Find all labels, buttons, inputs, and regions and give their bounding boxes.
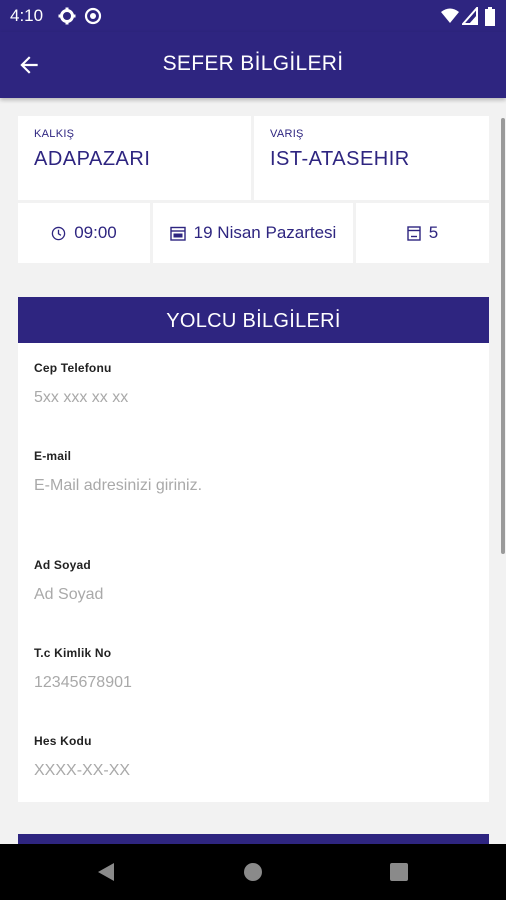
departure-label: KALKIŞ <box>34 128 75 140</box>
passenger-section-title: YOLCU BİLGİLERİ <box>18 297 489 343</box>
seat-icon <box>407 225 421 241</box>
sync-icon <box>84 7 102 25</box>
clock-icon <box>51 226 66 240</box>
next-section-header <box>18 834 489 844</box>
departure-city: ADAPAZARI <box>34 148 151 170</box>
time-card: 09:00 <box>18 203 150 263</box>
nav-home-icon[interactable] <box>243 862 263 882</box>
email-label: E-mail <box>34 449 72 463</box>
hes-code-label: Hes Kodu <box>34 734 92 748</box>
page-title: SEFER BİLGİLERİ <box>162 52 344 75</box>
date-card: 19 Nisan Pazartesi <box>153 203 353 263</box>
status-time: 4:10 <box>10 6 44 25</box>
trip-date: 19 Nisan Pazartesi <box>193 223 337 242</box>
seat-number: 5 <box>428 223 439 242</box>
seat-card: 5 <box>356 203 489 263</box>
phone-input[interactable] <box>34 385 454 411</box>
phone-label: Cep Telefonu <box>34 361 112 375</box>
calendar-icon <box>169 226 186 241</box>
nav-recents-icon[interactable] <box>389 862 409 882</box>
email-input[interactable] <box>34 473 454 499</box>
name-input[interactable] <box>34 582 454 608</box>
app-bar: SEFER BİLGİLERİ <box>0 32 506 98</box>
settings-icon <box>58 7 76 25</box>
arrival-label: VARIŞ <box>270 128 304 140</box>
signal-icon <box>462 7 478 25</box>
tc-id-input[interactable] <box>34 670 454 696</box>
departure-time: 09:00 <box>74 223 117 242</box>
navigation-bar <box>0 844 506 900</box>
battery-icon <box>485 7 495 26</box>
hes-code-input[interactable] <box>34 758 454 784</box>
arrival-city: IST-ATASEHIR <box>270 148 410 170</box>
departure-card: KALKIŞ ADAPAZARI <box>18 116 251 200</box>
status-bar: 4:10 <box>0 0 506 32</box>
scrollbar[interactable] <box>501 118 505 554</box>
passenger-form: Cep Telefonu E-mail Ad Soyad T.c Kimlik … <box>18 343 489 802</box>
tc-id-label: T.c Kimlik No <box>34 646 112 660</box>
name-label: Ad Soyad <box>34 558 91 572</box>
arrival-card: VARIŞ IST-ATASEHIR <box>254 116 489 200</box>
wifi-icon <box>441 8 459 23</box>
nav-back-icon[interactable] <box>96 862 116 882</box>
